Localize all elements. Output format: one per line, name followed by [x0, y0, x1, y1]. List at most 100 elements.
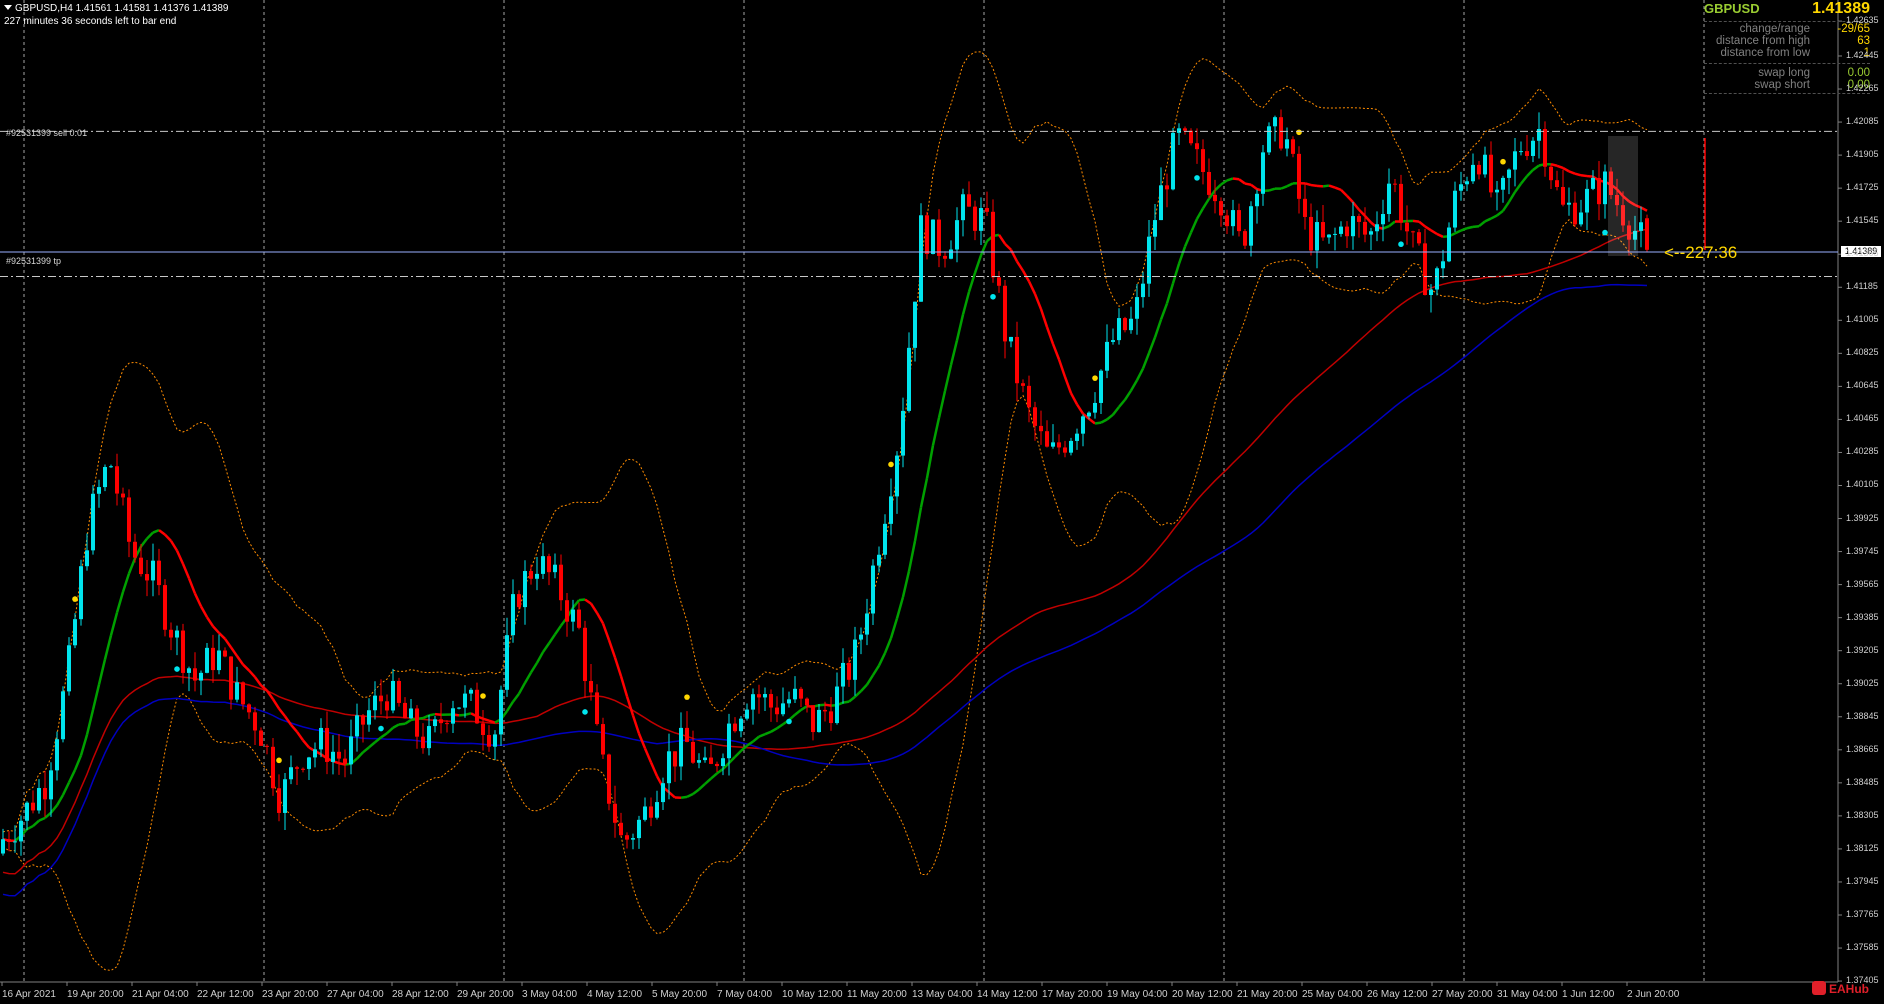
candle-body: [817, 709, 821, 733]
candle-body: [547, 556, 551, 573]
ema-fast-segment: [1129, 379, 1139, 392]
ema-fast-segment: [55, 794, 65, 806]
ema-fast-segment: [1075, 403, 1085, 415]
ema-fast-segment: [572, 599, 580, 609]
ema-fast-segment: [1574, 172, 1582, 177]
candle-body: [355, 715, 359, 737]
ema-fast-segment: [1550, 162, 1558, 167]
candle-body: [709, 757, 713, 764]
candle-body: [421, 736, 425, 749]
candle-body: [937, 219, 941, 256]
ema-fast-segment: [1412, 219, 1420, 223]
candle-body: [493, 734, 497, 747]
ema-fast-segment: [1520, 175, 1528, 185]
candle-body: [775, 707, 779, 715]
candle-body: [343, 758, 347, 765]
ema-fast-segment: [913, 507, 923, 542]
ema-fast-segment: [601, 622, 611, 641]
candle-body: [31, 802, 35, 811]
candle-body: [691, 741, 695, 763]
ema-fast-segment: [961, 291, 971, 315]
ema-fast-segment: [302, 739, 310, 749]
candle-body: [679, 727, 683, 767]
candle-body: [1507, 169, 1511, 178]
candle-body: [955, 220, 959, 250]
ema-fast-segment: [1580, 174, 1588, 178]
candle-body: [307, 757, 311, 769]
ema-fast-segment: [865, 674, 875, 686]
candle-body: [1435, 268, 1439, 290]
candle-body: [865, 613, 869, 635]
ema-fast-segment: [1051, 343, 1061, 360]
ema-fast-segment: [115, 591, 125, 613]
ema-fast-segment: [1513, 182, 1523, 193]
candle-body: [829, 711, 833, 724]
candle-body: [943, 255, 947, 259]
candle-body: [295, 767, 299, 769]
ema-fast-segment: [1328, 184, 1336, 189]
ema-fast-segment: [529, 662, 539, 674]
candle-body: [1291, 139, 1295, 154]
ema-fast-segment: [67, 769, 77, 784]
candle-body: [1033, 407, 1037, 426]
candle-body: [1465, 181, 1469, 185]
candle-body: [787, 699, 791, 704]
candle-body: [1381, 214, 1385, 225]
ema-fast-segment: [242, 663, 250, 672]
candle-body: [1069, 440, 1073, 453]
candle-body: [1417, 232, 1421, 244]
candle-body: [1441, 261, 1445, 269]
ema-fast-segment: [398, 722, 406, 726]
candle-body: [607, 754, 611, 804]
ema-fast-segment: [668, 791, 676, 799]
candle-body: [157, 560, 161, 586]
time-tick-label: 21 Apr 04:00: [132, 989, 189, 1000]
chart-title: GBPUSD,H4 1.41561 1.41581 1.41376 1.4138…: [15, 3, 229, 14]
ema-fast-segment: [680, 795, 688, 800]
ema-fast-segment: [1424, 225, 1432, 232]
candle-body: [1249, 206, 1253, 246]
time-tick-label: 28 Apr 12:00: [392, 989, 449, 1000]
ema-fast-segment: [1466, 225, 1474, 230]
price-chart[interactable]: [0, 0, 1884, 1004]
candle-body: [379, 695, 383, 702]
ema-fast-segment: [1039, 308, 1049, 328]
candle-body: [1315, 222, 1319, 251]
candle-body: [469, 689, 473, 694]
signal-dot: [1296, 129, 1302, 136]
candle-body: [439, 719, 443, 724]
ema-fast-segment: [1159, 302, 1169, 321]
ema-fast-segment: [1496, 209, 1504, 217]
candle-body: [415, 708, 419, 737]
candle-body: [1141, 283, 1145, 298]
info-separator: [1704, 63, 1870, 64]
dropdown-triangle-icon[interactable]: [4, 5, 12, 10]
ema-fast-segment: [50, 804, 58, 814]
ema-fast-segment: [428, 712, 436, 717]
ema-fast-segment: [91, 684, 101, 711]
ema-fast-segment: [1430, 229, 1438, 236]
ema-fast-segment: [205, 616, 215, 627]
candle-body: [1501, 177, 1505, 190]
candle-body: [1255, 193, 1259, 207]
candle-body: [1009, 336, 1013, 342]
ema-fast-segment: [889, 618, 899, 639]
ema-fast-segment: [1118, 398, 1126, 408]
candle-body: [871, 565, 875, 614]
candle-body: [385, 701, 389, 711]
ema-fast-segment: [1568, 170, 1576, 175]
signal-dot: [582, 709, 588, 715]
sell-order-label: #92531399 sell 0.01: [6, 128, 88, 138]
ema-fast-segment: [517, 682, 527, 695]
candle-body: [1195, 143, 1199, 150]
candle-body: [361, 715, 365, 725]
candle-body: [229, 656, 233, 700]
ema-fast-segment: [1015, 260, 1025, 272]
signal-dot: [786, 718, 792, 725]
candle-body: [727, 723, 731, 759]
candle-body: [1579, 212, 1583, 225]
ema-fast-segment: [1454, 229, 1462, 235]
ema-fast-segment: [1388, 220, 1396, 228]
ema-fast-segment: [422, 714, 430, 720]
candle-body: [1243, 231, 1247, 246]
